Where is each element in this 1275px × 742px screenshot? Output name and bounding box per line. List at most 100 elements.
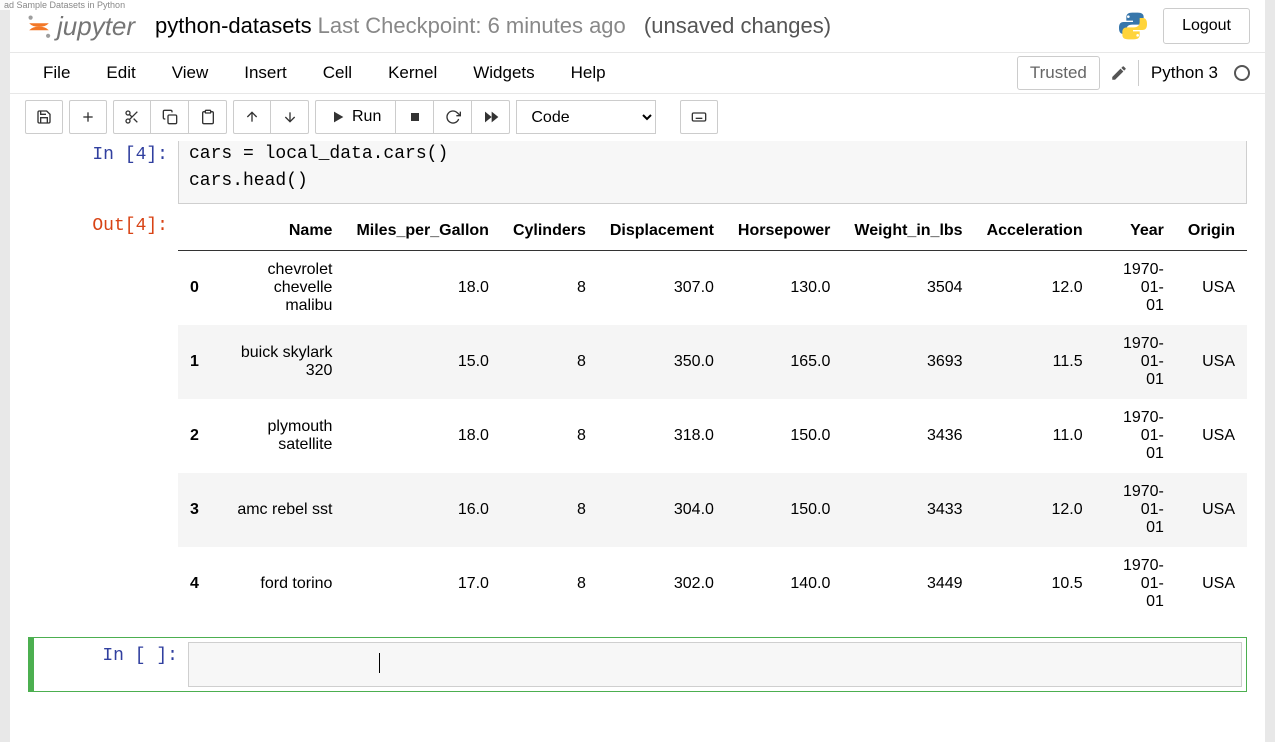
cell-type-select[interactable]: Code [516, 100, 656, 134]
code-cell-4[interactable]: In [4]: cars = local_data.cars() cars.he… [28, 137, 1247, 208]
cell-cylinders: 8 [501, 547, 598, 621]
table-row: 4ford torino17.08302.0140.0344910.51970-… [178, 547, 1247, 621]
cell-acceleration: 11.5 [975, 325, 1095, 399]
selected-code-cell[interactable]: In [ ]: [28, 637, 1247, 692]
cell-cylinders: 8 [501, 251, 598, 326]
move-up-button[interactable] [233, 100, 271, 134]
kernel-status-icon[interactable] [1234, 65, 1250, 81]
command-palette-button[interactable] [680, 100, 718, 134]
jupyter-logo[interactable]: jupyter [25, 11, 135, 42]
cell-year: 1970-01-01 [1095, 399, 1176, 473]
insert-cell-button[interactable] [69, 100, 107, 134]
table-row: 2plymouth satellite18.08318.0150.0343611… [178, 399, 1247, 473]
in-prompt-empty: In [ ]: [38, 642, 188, 687]
cell-weight_in_lbs: 3693 [842, 325, 974, 399]
save-icon [36, 109, 52, 125]
cell-cylinders: 8 [501, 399, 598, 473]
play-icon [330, 109, 346, 125]
cell-name: ford torino [211, 547, 345, 621]
cut-button[interactable] [113, 100, 151, 134]
notebook-page: jupyter python-datasets Last Checkpoint:… [10, 0, 1265, 742]
plus-icon [80, 109, 96, 125]
jupyter-logo-icon [25, 12, 53, 40]
cell-miles_per_gallon: 17.0 [344, 547, 501, 621]
restart-run-all-button[interactable] [472, 100, 510, 134]
cell-displacement: 302.0 [598, 547, 726, 621]
column-header: Acceleration [975, 212, 1095, 251]
keyboard-icon [691, 109, 707, 125]
paste-button[interactable] [189, 100, 227, 134]
column-header: Horsepower [726, 212, 842, 251]
interrupt-button[interactable] [396, 100, 434, 134]
cell-displacement: 304.0 [598, 473, 726, 547]
menu-insert[interactable]: Insert [226, 53, 305, 93]
cell-origin: USA [1176, 547, 1247, 621]
scissors-icon [124, 109, 140, 125]
cell-weight_in_lbs: 3433 [842, 473, 974, 547]
code-input-area-empty[interactable] [188, 642, 1242, 687]
cell-cylinders: 8 [501, 325, 598, 399]
run-button[interactable]: Run [315, 100, 396, 134]
menu-widgets[interactable]: Widgets [455, 53, 552, 93]
cell-horsepower: 165.0 [726, 325, 842, 399]
menu-cell[interactable]: Cell [305, 53, 370, 93]
arrow-up-icon [244, 109, 260, 125]
cell-name: plymouth satellite [211, 399, 345, 473]
kernel-name[interactable]: Python 3 [1149, 63, 1218, 83]
row-index: 4 [178, 547, 211, 621]
cell-year: 1970-01-01 [1095, 547, 1176, 621]
output-cell-4: Out[4]: NameMiles_per_GallonCylindersDis… [28, 208, 1247, 625]
menu-kernel[interactable]: Kernel [370, 53, 455, 93]
restart-button[interactable] [434, 100, 472, 134]
jupyter-logo-text: jupyter [57, 11, 135, 42]
save-button[interactable] [25, 100, 63, 134]
cell-year: 1970-01-01 [1095, 473, 1176, 547]
move-down-button[interactable] [271, 100, 309, 134]
column-header: Name [211, 212, 345, 251]
run-label: Run [352, 108, 381, 126]
toolbar: Run Code [10, 94, 1265, 141]
cell-displacement: 350.0 [598, 325, 726, 399]
cell-weight_in_lbs: 3449 [842, 547, 974, 621]
logout-button[interactable]: Logout [1163, 8, 1250, 44]
menu-help[interactable]: Help [553, 53, 624, 93]
pencil-icon[interactable] [1110, 64, 1128, 82]
column-header: Displacement [598, 212, 726, 251]
cell-name: buick skylark 320 [211, 325, 345, 399]
trusted-button[interactable]: Trusted [1017, 56, 1100, 90]
row-index: 2 [178, 399, 211, 473]
cell-origin: USA [1176, 325, 1247, 399]
cell-horsepower: 140.0 [726, 547, 842, 621]
unsaved-indicator: (unsaved changes) [644, 13, 831, 39]
column-header: Year [1095, 212, 1176, 251]
cell-horsepower: 150.0 [726, 473, 842, 547]
notebook-body[interactable]: In [4]: cars = local_data.cars() cars.he… [10, 137, 1265, 742]
notebook-name[interactable]: python-datasets [155, 13, 312, 39]
cell-acceleration: 10.5 [975, 547, 1095, 621]
menu-view[interactable]: View [154, 53, 227, 93]
clipboard-icon [200, 109, 216, 125]
column-header-index [178, 212, 211, 251]
copy-icon [162, 109, 178, 125]
browser-tab-caption: ad Sample Datasets in Python [0, 0, 129, 10]
stop-icon [407, 109, 423, 125]
copy-button[interactable] [151, 100, 189, 134]
column-header: Miles_per_Gallon [344, 212, 501, 251]
cell-horsepower: 130.0 [726, 251, 842, 326]
cell-displacement: 307.0 [598, 251, 726, 326]
dataframe-table: NameMiles_per_GallonCylindersDisplacemen… [178, 212, 1247, 621]
cell-origin: USA [1176, 251, 1247, 326]
menu-edit[interactable]: Edit [88, 53, 153, 93]
cell-year: 1970-01-01 [1095, 251, 1176, 326]
cell-acceleration: 12.0 [975, 473, 1095, 547]
table-row: 0chevrolet chevellemalibu18.08307.0130.0… [178, 251, 1247, 326]
row-index: 1 [178, 325, 211, 399]
cell-weight_in_lbs: 3436 [842, 399, 974, 473]
notebook-title-area[interactable]: python-datasets Last Checkpoint: 6 minut… [155, 13, 1117, 39]
cell-miles_per_gallon: 15.0 [344, 325, 501, 399]
cell-origin: USA [1176, 399, 1247, 473]
cell-horsepower: 150.0 [726, 399, 842, 473]
code-input-area[interactable]: cars = local_data.cars() cars.head() [178, 141, 1247, 204]
cell-name: chevrolet chevellemalibu [211, 251, 345, 326]
menu-file[interactable]: File [25, 53, 88, 93]
